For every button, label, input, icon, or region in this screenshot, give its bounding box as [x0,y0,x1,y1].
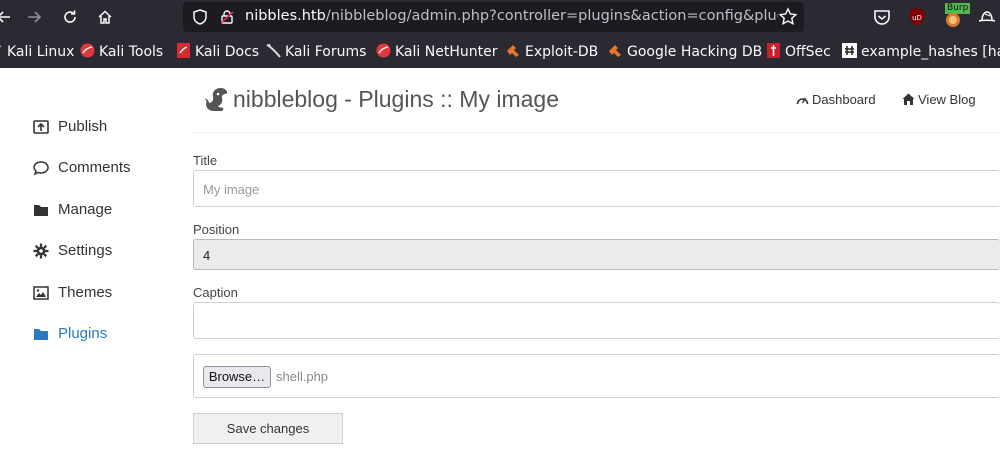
bookmark-exploit-db[interactable]: Exploit-DB [506,42,598,62]
browse-button[interactable]: Browse… [203,366,271,388]
bookmark-label: Exploit-DB [525,44,599,60]
header-divider [193,132,1000,133]
sidebar-item-label: Settings [58,242,113,259]
bookmark-label: Kali NetHunter [395,44,498,60]
hashcat-icon [842,43,857,58]
home-icon [98,10,112,24]
kali-docs-icon [177,43,190,58]
bookmark-offsec[interactable]: OffSec [766,42,831,62]
browser-toolbar: nibbles.htb/nibbleblog/admin.php?control… [0,0,1000,34]
page-title: nibbleblog - Plugins :: My image [233,86,559,112]
kali-dragon-icon [0,45,2,48]
back-arrow-icon [0,11,10,23]
dashboard-link-label: Dashboard [812,92,876,107]
bookmarks-bar: Kali Linux Kali Tools Kali Docs Kali For… [0,34,1000,68]
caption-label: Caption [193,285,238,300]
selected-file-name: shell.php [276,369,329,384]
title-placeholder: My image [203,182,260,197]
offsec-icon [767,43,780,58]
bookmark-label: Kali Tools [99,44,164,60]
pocket-icon[interactable] [871,6,893,28]
url-host: nibbles.htb [245,8,326,24]
bookmark-kali-tools[interactable]: Kali Tools [80,42,163,62]
ublock-icon[interactable]: uD [906,6,928,28]
sidebar-item-label: Comments [58,159,131,176]
position-label: Position [193,222,240,237]
kali-nethunter-icon [376,43,391,58]
comment-icon [33,161,49,176]
bookmark-label: Kali Docs [195,44,260,60]
burp-badge: Burp [945,3,971,14]
position-value: 4 [203,248,211,263]
reload-button[interactable] [58,5,82,29]
lock-icon[interactable] [219,9,235,25]
forward-button[interactable] [22,5,46,29]
sidebar-item-label: Themes [58,284,113,301]
ghdb-icon [609,45,621,57]
hat-icon[interactable] [976,6,998,28]
folder-icon [34,205,48,216]
url-text[interactable]: nibbles.htb/nibbleblog/admin.php?control… [245,8,799,24]
bookmark-label: Kali Linux [7,44,75,60]
bookmark-kali-nethunter[interactable]: Kali NetHunter [376,42,497,62]
bookmark-kali-linux[interactable]: Kali Linux [0,42,74,62]
folder-open-icon [34,329,48,340]
bookmark-label: Google Hacking DB [627,44,763,60]
burp-icon[interactable]: Burp [942,3,971,28]
url-path: /nibbleblog/admin.php?controller=plugins… [325,8,800,24]
publish-icon [33,120,49,134]
dashboard-icon [796,97,809,105]
bookmark-kali-docs[interactable]: Kali Docs [176,42,259,62]
bookmark-label: Kali Forums [285,44,367,60]
view-blog-link[interactable]: View Blog [902,92,976,107]
caption-input[interactable] [193,302,1000,339]
sidebar-item-label: Manage [58,201,113,218]
title-input[interactable]: My image [193,170,1000,207]
forward-arrow-icon [28,11,42,23]
image-icon [33,286,49,300]
sidebar-item-label: Plugins [58,325,108,342]
url-bar[interactable]: nibbles.htb/nibbleblog/admin.php?control… [183,2,804,32]
back-button[interactable] [0,5,16,29]
exploit-db-icon [507,45,519,57]
svg-text:uD: uD [912,14,922,22]
kali-forums-icon [266,43,281,58]
bookmark-example-hashes[interactable]: example_hashes [has [842,42,1000,62]
bookmark-star-icon[interactable] [778,7,798,27]
gear-icon [33,243,49,259]
home-button[interactable] [93,5,117,29]
bookmark-google-hacking-db[interactable]: Google Hacking DB [608,42,762,62]
bookmark-label: example_hashes [has [861,44,1000,60]
squirrel-logo-icon [204,88,227,111]
sidebar-item-label: Publish [58,118,108,135]
save-changes-button[interactable]: Save changes [193,413,343,444]
home-icon [902,93,915,105]
view-blog-link-label: View Blog [918,92,976,107]
title-label: Title [193,153,218,168]
reload-icon [64,10,76,23]
kali-tools-icon [80,43,95,58]
tracking-shield-icon[interactable] [191,8,209,26]
bookmark-kali-forums[interactable]: Kali Forums [266,42,366,62]
position-select[interactable]: 4 [193,239,1000,270]
bookmark-label: OffSec [785,44,831,60]
dashboard-link[interactable]: Dashboard [796,92,876,107]
file-upload: Browse… shell.php [193,354,1000,398]
